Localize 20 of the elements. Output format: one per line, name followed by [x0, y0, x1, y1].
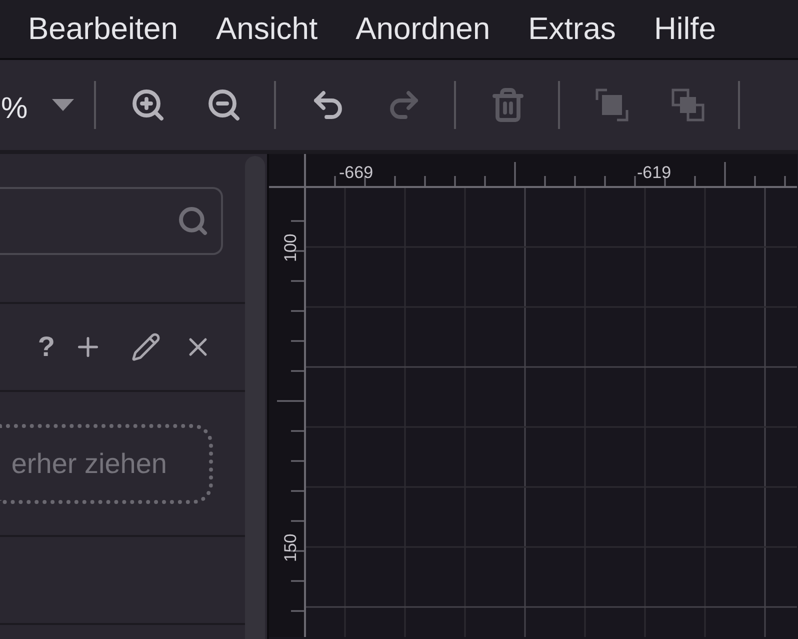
- scrollbar[interactable]: [245, 156, 265, 639]
- edit-icon[interactable]: [131, 332, 161, 362]
- drop-hint: erher ziehen: [11, 446, 167, 480]
- zoom-out-icon: [206, 87, 242, 123]
- menu-item[interactable]: Extras: [528, 6, 616, 52]
- ruler-label: -669: [339, 163, 374, 182]
- ruler-label: -619: [637, 163, 672, 182]
- caret-icon[interactable]: [52, 99, 74, 111]
- zoom-in-icon: [130, 87, 166, 123]
- ruler-label: 150: [281, 534, 300, 562]
- menu-item[interactable]: Bearbeiten: [28, 6, 178, 52]
- trash-icon: [490, 87, 526, 123]
- menu-item[interactable]: Anordnen: [356, 6, 490, 52]
- search-field[interactable]: [0, 187, 223, 255]
- ruler-label: 100: [281, 234, 300, 262]
- zoom-level[interactable]: %: [1, 86, 28, 130]
- menu-item[interactable]: Hilfe: [654, 6, 716, 52]
- menu-item[interactable]: Ansicht: [216, 6, 318, 52]
- search-icon: [177, 205, 209, 237]
- help-button[interactable]: ?: [38, 326, 55, 368]
